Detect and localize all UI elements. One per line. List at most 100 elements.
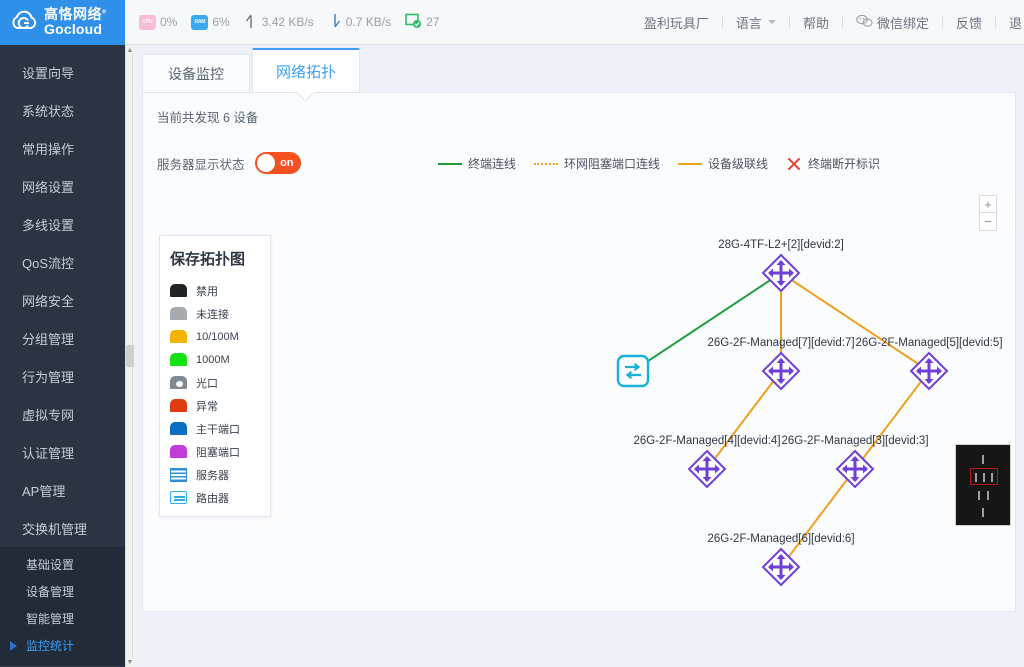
- minimap-viewport[interactable]: [970, 468, 998, 485]
- topology-link: [781, 273, 929, 371]
- legend-terminal-disconnected: 终端断开标识: [786, 155, 880, 172]
- topology-links: [283, 177, 1009, 607]
- node-label: 26G-2F-Managed[7][devid:7]: [707, 337, 854, 349]
- topology-legend-card: 保存拓扑图 禁用 未连接 10/100M 1000M: [159, 235, 271, 517]
- minimap-node: [982, 455, 984, 464]
- online-devices-value: 27: [426, 15, 439, 29]
- brand-logo-area[interactable]: 高恪网络® Gocloud: [0, 0, 125, 45]
- brand-name-en: Gocloud: [44, 22, 107, 37]
- legend-item-router: 路由器: [160, 486, 270, 509]
- port-icon: [170, 353, 187, 366]
- download-icon: [328, 13, 342, 32]
- port-icon: [170, 422, 187, 435]
- sidebar-subitem-device-management[interactable]: 设备管理: [0, 578, 125, 605]
- topology-node-switch[interactable]: [834, 448, 876, 490]
- legend-item-10-100m: 10/100M: [160, 325, 270, 348]
- ram-value: 6%: [212, 15, 229, 29]
- zoom-out-button[interactable]: −: [980, 213, 996, 230]
- sidebar-item-ap-management[interactable]: AP管理: [0, 471, 125, 509]
- server-display-label: 服务器显示状态: [157, 154, 245, 173]
- save-topology-title[interactable]: 保存拓扑图: [160, 236, 270, 279]
- upload-icon: [244, 13, 258, 32]
- scroll-up-arrow-icon[interactable]: ▲: [126, 45, 134, 55]
- port-icon: [170, 445, 187, 458]
- sidebar-subitem-monitoring-stats[interactable]: 监控统计: [0, 632, 125, 659]
- sidebar-item-network-settings[interactable]: 网络设置: [0, 167, 125, 205]
- sidebar-scrollbar[interactable]: ▲ ▼: [125, 45, 133, 667]
- language-menu[interactable]: 语言: [723, 13, 789, 32]
- legend-device-cascade-link: 设备级联线: [678, 155, 768, 172]
- stat-online-devices: 27: [405, 13, 439, 32]
- port-icon: [170, 330, 187, 343]
- server-display-toggle[interactable]: on: [255, 152, 301, 174]
- registered-mark: ®: [102, 10, 107, 16]
- node-label: 26G-2F-Managed[5][devid:5]: [855, 337, 1002, 349]
- brand-text: 高恪网络® Gocloud: [44, 7, 107, 36]
- sidebar-item-vpn[interactable]: 虚拟专网: [0, 395, 125, 433]
- feedback-link[interactable]: 反馈: [943, 13, 995, 32]
- scroll-down-arrow-icon[interactable]: ▼: [126, 657, 134, 667]
- sidebar-item-system-status[interactable]: 系统状态: [0, 91, 125, 129]
- port-icon: [170, 284, 187, 297]
- legend-item-server: 服务器: [160, 463, 270, 486]
- legend-item-fiber-port: 光口: [160, 371, 270, 394]
- sidebar-item-switch-management[interactable]: 交换机管理: [0, 509, 125, 547]
- node-label: 26G-2F-Managed[4][devid:4]: [633, 435, 780, 447]
- topology-node-router[interactable]: [615, 353, 651, 389]
- toggle-state-text: on: [280, 157, 300, 169]
- header-right-menu: 盈利玩具厂 语言 帮助 微信绑定 反馈 退: [631, 13, 1024, 32]
- minimap-node: [978, 491, 980, 500]
- sidebar-item-qos[interactable]: QoS流控: [0, 243, 125, 281]
- sidebar-item-auth-management[interactable]: 认证管理: [0, 433, 125, 471]
- sidebar-item-network-security[interactable]: 网络安全: [0, 281, 125, 319]
- port-icon: [170, 399, 187, 412]
- tab-device-monitor[interactable]: 设备监控: [142, 54, 250, 92]
- topology-node-switch[interactable]: [760, 546, 802, 588]
- help-link[interactable]: 帮助: [790, 13, 842, 32]
- sidebar-subitem-smart-management[interactable]: 智能管理: [0, 605, 125, 632]
- toggle-knob: [257, 154, 275, 172]
- online-devices-icon: [405, 13, 422, 32]
- sidebar: 设置向导 系统状态 常用操作 网络设置 多线设置 QoS流控 网络安全 分组管理…: [0, 45, 125, 667]
- sidebar-subitem-basic-settings[interactable]: 基础设置: [0, 551, 125, 578]
- sidebar-submenu-switch-management: 基础设置 设备管理 智能管理 监控统计: [0, 547, 125, 665]
- zoom-controls: + −: [979, 195, 997, 231]
- red-cross-icon: [786, 156, 802, 172]
- scrollbar-thumb[interactable]: [126, 345, 134, 367]
- chevron-down-icon: [768, 20, 776, 24]
- brand-name-cn: 高恪网络: [44, 6, 102, 22]
- wechat-bind-link[interactable]: 微信绑定: [843, 13, 942, 32]
- tab-bar: 设备监控 网络拓扑: [134, 45, 1024, 92]
- legend-ring-blocked-port-link: 环网阻塞端口连线: [534, 155, 660, 172]
- topology-node-switch[interactable]: [760, 350, 802, 392]
- topology-node-switch[interactable]: [686, 448, 728, 490]
- server-icon: [170, 468, 187, 482]
- sidebar-item-common-ops[interactable]: 常用操作: [0, 129, 125, 167]
- topology-canvas[interactable]: 28G-4TF-L2+[2][devid:2]26G-2F-Managed[7]…: [283, 177, 1009, 607]
- legend-item-trunk-port: 主干端口: [160, 417, 270, 440]
- router-icon: [170, 491, 187, 504]
- dotted-orange-line-icon: [534, 163, 558, 165]
- cloud-logo-icon: [8, 6, 40, 38]
- topology-minimap[interactable]: [955, 444, 1011, 526]
- sidebar-item-setup-wizard[interactable]: 设置向导: [0, 53, 125, 91]
- cpu-value: 0%: [160, 15, 177, 29]
- sidebar-item-group-management[interactable]: 分组管理: [0, 319, 125, 357]
- legend-item-abnormal: 异常: [160, 394, 270, 417]
- stat-download: 0.7 KB/s: [328, 13, 391, 32]
- legend-item-1000m: 1000M: [160, 348, 270, 371]
- zoom-in-button[interactable]: +: [980, 196, 996, 213]
- tab-network-topology[interactable]: 网络拓扑: [252, 48, 360, 92]
- logout-link[interactable]: 退: [996, 13, 1024, 32]
- legend-item-unconnected: 未连接: [160, 302, 270, 325]
- green-line-icon: [438, 163, 462, 165]
- sidebar-item-multiline-settings[interactable]: 多线设置: [0, 205, 125, 243]
- legend-item-blocked-port: 阻塞端口: [160, 440, 270, 463]
- topology-node-switch[interactable]: [908, 350, 950, 392]
- sidebar-item-behavior-management[interactable]: 行为管理: [0, 357, 125, 395]
- minimap-node: [987, 491, 989, 500]
- topology-node-switch[interactable]: [760, 252, 802, 294]
- legend-terminal-link: 终端连线: [438, 155, 516, 172]
- devices-found-text: 当前共发现 6 设备: [157, 107, 1015, 126]
- account-name[interactable]: 盈利玩具厂: [631, 13, 722, 32]
